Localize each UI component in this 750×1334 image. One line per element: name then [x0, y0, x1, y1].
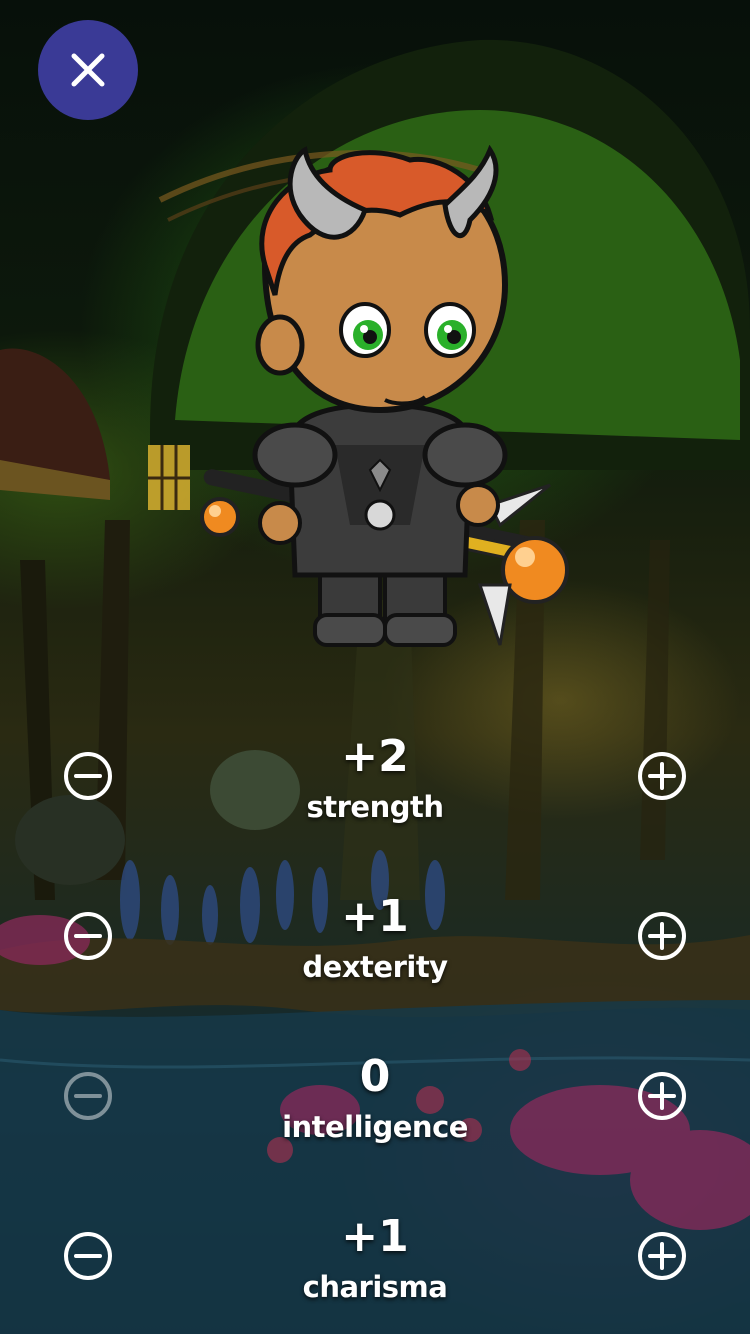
charisma-value: +1 [341, 1211, 409, 1262]
close-button[interactable] [38, 20, 138, 120]
intelligence-value: 0 [359, 1051, 391, 1102]
increase-charisma-button[interactable] [636, 1230, 688, 1282]
stat-row-intelligence: 0 intelligence [0, 1052, 750, 1172]
intelligence-label: intelligence [282, 1110, 468, 1144]
increase-strength-button[interactable] [636, 750, 688, 802]
decrease-intelligence-button[interactable] [62, 1070, 114, 1122]
character-customization-screen: +2 strength +1 dexterity 0 intelligence [0, 0, 750, 1334]
decrease-charisma-button[interactable] [62, 1230, 114, 1282]
decrease-strength-button[interactable] [62, 750, 114, 802]
stat-row-dexterity: +1 dexterity [0, 892, 750, 1012]
increase-dexterity-button[interactable] [636, 910, 688, 962]
stat-row-strength: +2 strength [0, 732, 750, 852]
strength-value: +2 [341, 731, 409, 782]
decrease-dexterity-button[interactable] [62, 910, 114, 962]
increase-intelligence-button[interactable] [636, 1070, 688, 1122]
character-avatar [200, 145, 569, 647]
charisma-label: charisma [302, 1270, 448, 1304]
dexterity-value: +1 [341, 891, 409, 942]
dexterity-label: dexterity [302, 950, 448, 984]
strength-label: strength [306, 790, 444, 824]
stat-row-charisma: +1 charisma [0, 1212, 750, 1332]
close-icon [71, 53, 105, 87]
